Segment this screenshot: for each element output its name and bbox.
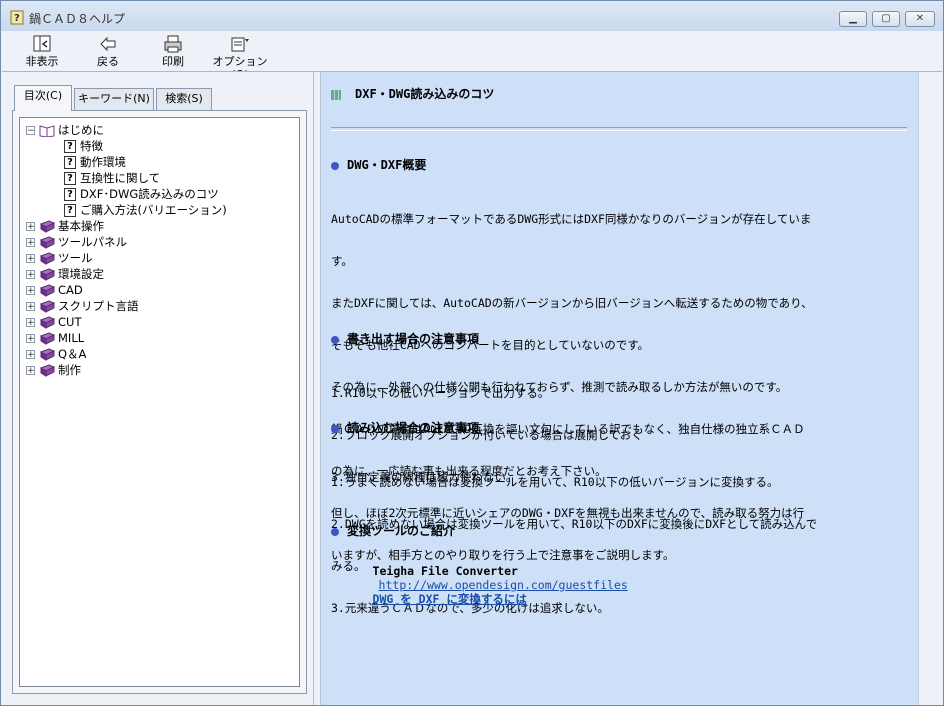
expand-icon[interactable]: + [26,286,35,296]
collapse-icon[interactable]: − [26,126,35,136]
tab-contents[interactable]: 目次(C) [14,85,72,111]
hide-pane-icon [33,35,51,52]
expand-icon[interactable]: + [26,318,35,328]
bullet-icon [331,424,339,433]
vertical-scrollbar[interactable] [918,72,942,705]
closed-book-icon [39,316,55,329]
maximize-button[interactable]: ▢ [872,11,900,27]
expand-icon[interactable]: + [26,254,35,264]
closed-book-icon [39,364,55,377]
close-button[interactable]: ✕ [905,11,935,27]
back-button[interactable]: 戻る [88,33,128,71]
closed-book-icon [39,332,55,345]
window-title: 鍋ＣＡＤ８ヘルプ [29,12,126,26]
tab-keyword[interactable]: キーワード(N) [74,88,154,110]
tree-item-book[interactable]: + CAD [26,282,83,298]
closed-book-icon [39,220,55,233]
pane-splitter[interactable] [313,72,321,705]
tree-item-book[interactable]: + MILL [26,330,84,346]
tool-name: Teigha File Converter [372,564,518,578]
back-arrow-icon [100,36,116,52]
closed-book-icon [39,236,55,249]
howto-line: DWG を DXF に変換するには [331,578,901,620]
tree-item-book[interactable]: + CUT [26,314,81,330]
expand-icon[interactable]: + [26,270,35,280]
expand-icon[interactable]: + [26,222,35,232]
printer-icon [164,35,182,53]
expand-icon[interactable]: + [26,350,35,360]
help-topic-icon: ? [64,140,76,153]
closed-book-icon [39,252,55,265]
navigation-pane: 目次(C) キーワード(N) 検索(S) − はじめに ? 特徴 ? 動作環境 ? 互換… [2,72,313,705]
title-rule [331,127,907,131]
title-bar[interactable]: ? 鍋ＣＡＤ８ヘルプ ▁ ▢ ✕ [1,1,943,31]
contents-panel: − はじめに ? 特徴 ? 動作環境 ? 互換性に関して ? DXF･DWG読み込みのコツ… [12,110,307,694]
bullet-icon [331,527,339,536]
tree-item-book[interactable]: + スクリプト言語 [26,298,139,314]
toolbar: 非表示 戻る 印刷 オプション(O) [2,31,942,81]
expand-icon[interactable]: + [26,366,35,376]
tab-search[interactable]: 検索(S) [156,88,212,110]
section-heading: DWG・DXF概要 [331,156,426,173]
expand-icon[interactable]: + [26,238,35,248]
hide-button[interactable]: 非表示 [20,33,64,71]
help-topic-icon: ? [64,188,76,201]
options-button[interactable]: オプション(O) [208,33,272,81]
topic-header-icon [331,89,341,100]
help-window: ? 鍋ＣＡＤ８ヘルプ ▁ ▢ ✕ 非表示 戻る 印刷 オプション 目次(C) キ… [0,0,944,706]
expand-icon[interactable]: + [26,334,35,344]
section-heading: 読み込む場合の注意事項 [331,419,479,436]
dwg-to-dxf-link[interactable]: DWG を DXF に変換するには [373,592,527,606]
help-topic-icon: ? [64,156,76,169]
open-book-icon [39,125,55,137]
help-topic-icon: ? [64,172,76,185]
bullet-icon [331,161,339,170]
topic-title: DXF・DWG読み込みのコツ [331,85,494,102]
tree-item-child[interactable]: ? 動作環境 [64,154,126,170]
contents-tree[interactable]: − はじめに ? 特徴 ? 動作環境 ? 互換性に関して ? DXF･DWG読み込みのコツ… [19,117,300,687]
closed-book-icon [39,300,55,313]
tree-item-book[interactable]: + 環境設定 [26,266,104,282]
minimize-button[interactable]: ▁ [839,11,867,27]
tree-item-child[interactable]: ? DXF･DWG読み込みのコツ [64,186,219,202]
help-topic-icon: ? [64,204,76,217]
tree-item-book[interactable]: + 制作 [26,362,81,378]
tree-item-child[interactable]: ? ご購入方法(バリエーション) [64,202,227,218]
topic-content: DXF・DWG読み込みのコツ DWG・DXF概要 AutoCADの標準フォーマッ… [321,72,918,705]
svg-text:?: ? [14,13,20,24]
closed-book-icon [39,268,55,281]
tree-item-root[interactable]: − はじめに [26,122,104,138]
tree-item-book[interactable]: + Q＆A [26,346,86,362]
options-icon [231,37,249,52]
expand-icon[interactable]: + [26,302,35,312]
tree-item-book[interactable]: + 基本操作 [26,218,104,234]
tree-item-child[interactable]: ? 互換性に関して [64,170,160,186]
closed-book-icon [39,284,55,297]
section-heading: 書き出す場合の注意事項 [331,330,479,347]
tree-item-child[interactable]: ? 特徴 [64,138,103,154]
section-heading: 変換ツールのご紹介 [331,522,455,539]
closed-book-icon [39,348,55,361]
tree-item-book[interactable]: + ツールパネル [26,234,127,250]
print-button[interactable]: 印刷 [152,33,194,71]
tree-item-book[interactable]: + ツール [26,250,93,266]
bullet-icon [331,335,339,344]
help-app-icon: ? [10,10,24,25]
